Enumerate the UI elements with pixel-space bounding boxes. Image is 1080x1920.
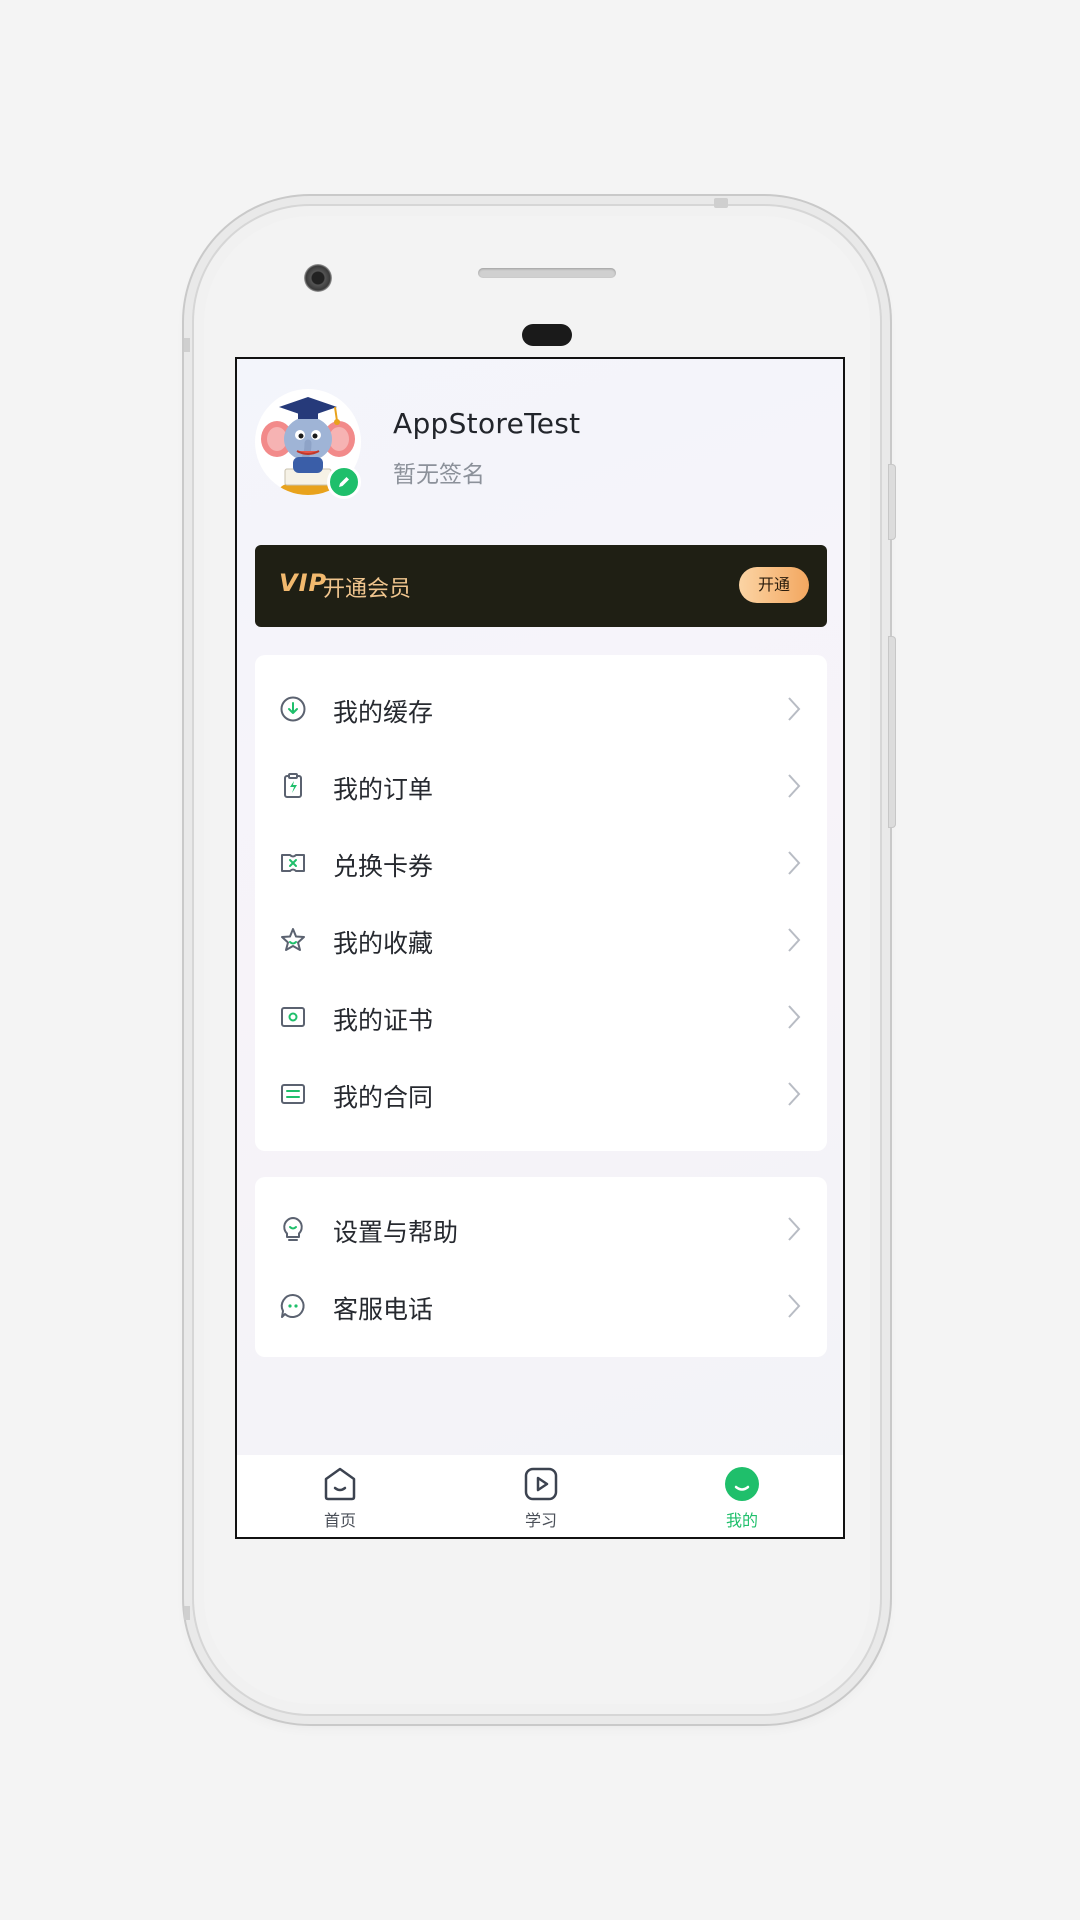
menu-item-label: 客服电话 bbox=[333, 1295, 434, 1324]
clipboard-bolt-icon bbox=[284, 773, 302, 798]
signature[interactable]: 暂无签名 bbox=[393, 455, 485, 489]
contract-icon bbox=[281, 1084, 305, 1104]
vip-open-button[interactable]: 开通 bbox=[739, 567, 809, 603]
menu-item-settings-help[interactable]: 设置与帮助 bbox=[255, 1191, 827, 1268]
menu-item-customer-service[interactable]: 客服电话 bbox=[255, 1268, 827, 1345]
menu-item-label: 我的订单 bbox=[333, 775, 434, 804]
front-camera bbox=[304, 264, 332, 292]
pencil-icon bbox=[339, 477, 349, 487]
menu-card-primary: 我的缓存 我的订单 兑换卡券 我的收藏 我的证书 我的合同 bbox=[255, 655, 827, 1151]
chevron-right-icon bbox=[788, 851, 801, 875]
menu-item-label: 我的收藏 bbox=[333, 929, 434, 958]
menu-item-label: 我的证书 bbox=[333, 1006, 434, 1035]
home-icon bbox=[324, 1467, 356, 1501]
phone-left-nub bbox=[184, 338, 190, 352]
tab-label: 首页 bbox=[323, 1511, 356, 1530]
tab-label: 学习 bbox=[524, 1511, 557, 1530]
chevron-right-icon bbox=[788, 697, 801, 721]
vip-label: 开通会员 bbox=[323, 577, 412, 602]
chevron-right-icon bbox=[788, 1005, 801, 1029]
menu-item-favorites[interactable]: 我的收藏 bbox=[255, 902, 827, 979]
edit-profile-button[interactable] bbox=[327, 465, 361, 499]
phone-volume-button bbox=[888, 464, 896, 540]
proximity-sensor bbox=[522, 324, 572, 346]
chevron-right-icon bbox=[788, 928, 801, 952]
download-circle-icon bbox=[280, 696, 306, 722]
tab-label: 我的 bbox=[725, 1511, 758, 1530]
chevron-right-icon bbox=[788, 1294, 801, 1318]
menu-item-contracts[interactable]: 我的合同 bbox=[255, 1056, 827, 1133]
menu-card-secondary: 设置与帮助 客服电话 bbox=[255, 1177, 827, 1357]
chat-bubble-icon bbox=[280, 1293, 305, 1318]
chevron-right-icon bbox=[788, 1082, 801, 1106]
menu-item-certificates[interactable]: 我的证书 bbox=[255, 979, 827, 1056]
phone-top-button bbox=[714, 198, 728, 208]
phone-left-nub bbox=[184, 1606, 190, 1620]
star-icon bbox=[281, 928, 305, 951]
menu-item-cache[interactable]: 我的缓存 bbox=[255, 671, 827, 748]
tab-mine[interactable]: 我的 bbox=[697, 1465, 787, 1535]
menu-item-label: 我的合同 bbox=[333, 1083, 434, 1112]
ticket-icon bbox=[281, 854, 305, 872]
earpiece-speaker bbox=[478, 268, 616, 278]
menu-item-orders[interactable]: 我的订单 bbox=[255, 748, 827, 825]
bulb-icon bbox=[283, 1217, 303, 1241]
tab-home[interactable]: 首页 bbox=[295, 1465, 385, 1535]
username[interactable]: AppStoreTest bbox=[393, 407, 580, 440]
menu-item-label: 兑换卡券 bbox=[333, 852, 434, 881]
certificate-icon bbox=[281, 1007, 305, 1027]
chevron-right-icon bbox=[788, 774, 801, 798]
play-icon bbox=[524, 1467, 558, 1501]
profile-header: AppStoreTest 暂无签名 bbox=[255, 389, 825, 509]
phone-power-button bbox=[888, 636, 896, 828]
tab-study[interactable]: 学习 bbox=[496, 1465, 586, 1535]
menu-item-redeem[interactable]: 兑换卡券 bbox=[255, 825, 827, 902]
bottom-tab-bar: 首页 学习 我的 bbox=[237, 1455, 843, 1537]
vip-banner[interactable]: VIP 开通会员 开通 bbox=[255, 545, 827, 627]
menu-item-label: 我的缓存 bbox=[333, 698, 434, 727]
vip-badge: VIP bbox=[279, 569, 328, 597]
app-screen: AppStoreTest 暂无签名 VIP 开通会员 开通 我的缓存 我的订单 bbox=[235, 357, 845, 1539]
menu-item-label: 设置与帮助 bbox=[333, 1218, 459, 1247]
chevron-right-icon bbox=[788, 1217, 801, 1241]
smile-icon bbox=[725, 1467, 759, 1501]
